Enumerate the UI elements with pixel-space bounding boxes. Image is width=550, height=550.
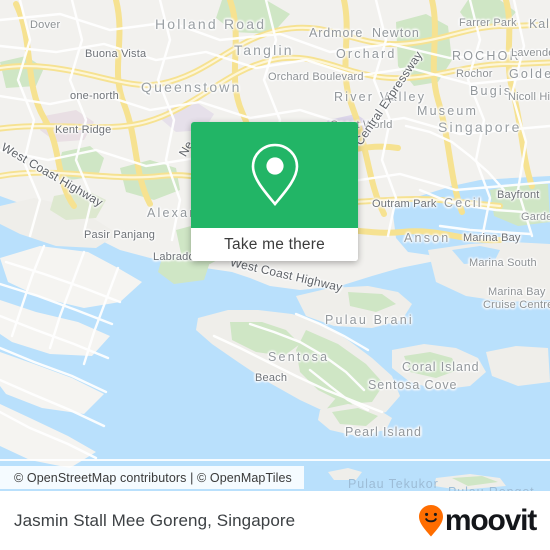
page-footer: Jasmin Stall Mee Goreng, Singapore moovi… [0, 491, 550, 550]
take-me-there-label: Take me there [224, 235, 325, 253]
page-title: Jasmin Stall Mee Goreng, Singapore [14, 510, 296, 530]
map-attribution-text: © OpenStreetMap contributors | © OpenMap… [14, 470, 292, 485]
moovit-map-page: Dover Holland Road Ardmore Newton Farrer Par… [0, 0, 550, 550]
place-card[interactable]: Take me there [191, 122, 358, 261]
map-attribution[interactable]: © OpenStreetMap contributors | © OpenMap… [0, 466, 304, 489]
moovit-smiley-pin-icon [418, 504, 443, 536]
moovit-wordmark: moovit [444, 503, 537, 537]
map-pin-icon [251, 143, 298, 207]
take-me-there-button[interactable]: Take me there [191, 228, 358, 261]
map-canvas[interactable]: Dover Holland Road Ardmore Newton Farrer Par… [0, 0, 550, 491]
place-card-header [191, 122, 358, 228]
moovit-logo[interactable]: moovit [418, 503, 537, 538]
